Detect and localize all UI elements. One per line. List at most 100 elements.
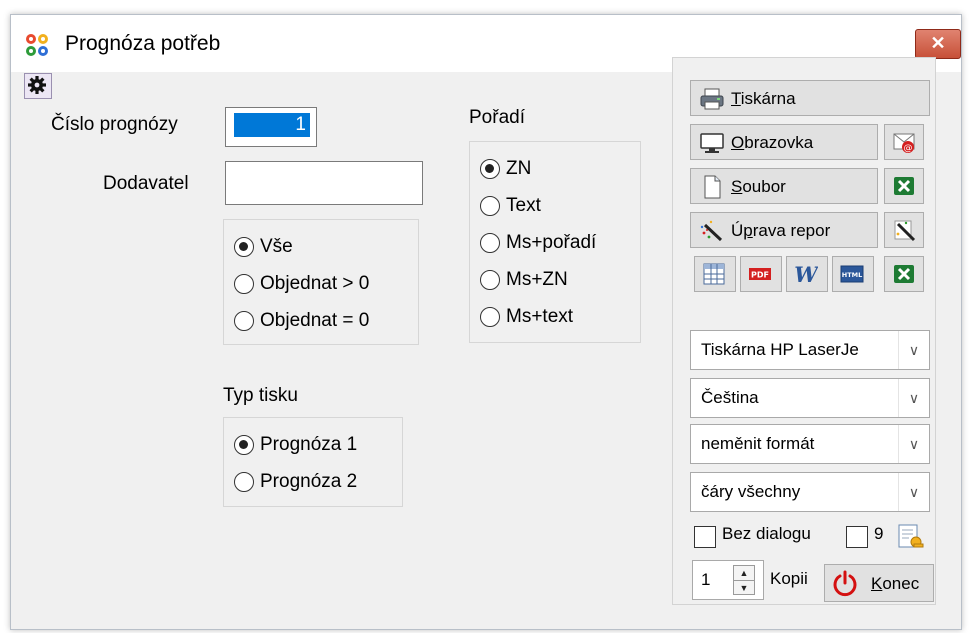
- copies-label: Kopii: [770, 569, 808, 588]
- radio-dot: [480, 233, 500, 253]
- word-icon: W: [794, 262, 818, 286]
- excel-export-button-2[interactable]: [884, 256, 924, 292]
- printer-icon: [700, 88, 724, 110]
- document-icon: [704, 175, 721, 199]
- spin-down-button[interactable]: ▼: [734, 581, 754, 595]
- konec-button[interactable]: Konec: [824, 564, 934, 602]
- settings-key-button[interactable]: [896, 522, 926, 552]
- radio-dot: [234, 274, 254, 294]
- power-icon: [833, 570, 857, 597]
- poradi-group: ZN Text Ms+pořadí Ms+ZN Ms+text: [469, 141, 641, 343]
- soubor-button[interactable]: Soubor: [690, 168, 878, 204]
- poradi-label: Pořadí: [469, 107, 525, 128]
- printer-select[interactable]: Tiskárna HP LaserJe ∨: [690, 330, 930, 370]
- nine-checkbox[interactable]: [846, 526, 868, 548]
- excel-export-button[interactable]: [884, 168, 924, 204]
- window-title: Prognóza potřeb: [65, 32, 221, 55]
- tiskarna-accel: T: [731, 89, 741, 108]
- obrazovka-rest: brazovka: [744, 133, 814, 152]
- radio-label: Prognóza 2: [260, 471, 358, 492]
- chevron-down-icon: ∨: [898, 379, 929, 417]
- pdf-icon: PDF: [749, 268, 771, 280]
- radio-label: Ms+ZN: [506, 269, 568, 290]
- soubor-accel: S: [731, 177, 743, 196]
- pdf-export-button[interactable]: PDF: [740, 256, 782, 292]
- report-designer-button[interactable]: [884, 212, 924, 248]
- radio-label: Vše: [260, 236, 293, 257]
- table-grid-icon: [703, 263, 725, 285]
- obrazovka-button[interactable]: Obrazovka: [690, 124, 878, 160]
- radio-label: Objednat = 0: [260, 310, 370, 331]
- app-icon: [26, 34, 48, 56]
- konec-rest: onec: [882, 574, 920, 593]
- close-icon: ✕: [930, 33, 946, 53]
- word-icon-text: W: [794, 262, 818, 286]
- tiskarna-button[interactable]: Tiskárna: [690, 80, 930, 116]
- nine-label: 9: [874, 524, 884, 543]
- filter-group: Vše Objednat > 0 Objednat = 0: [223, 219, 419, 345]
- radio-dot: [480, 159, 500, 179]
- excel-icon: [894, 177, 914, 195]
- email-icon: @: [893, 133, 915, 154]
- format-select[interactable]: neměnit formát ∨: [690, 424, 930, 464]
- radio-label: Prognóza 1: [260, 434, 358, 455]
- language-select-value: Čeština: [701, 388, 759, 407]
- settings-key-icon: [898, 524, 924, 548]
- radio-label: Ms+pořadí: [506, 232, 597, 253]
- svg-text:@: @: [904, 144, 913, 154]
- language-select[interactable]: Čeština ∨: [690, 378, 930, 418]
- grid-export-button[interactable]: [694, 256, 736, 292]
- cislo-prognozy-value: 1: [234, 113, 310, 137]
- copies-value: 1: [701, 570, 711, 589]
- html-icon-text: HTML: [842, 271, 862, 279]
- radio-dot: [234, 435, 254, 455]
- html-export-button[interactable]: HTML: [832, 256, 874, 292]
- gear-button[interactable]: [24, 73, 52, 99]
- obrazovka-label: Obrazovka: [731, 125, 813, 161]
- radio-dot: [480, 307, 500, 327]
- obrazovka-accel: O: [731, 133, 745, 152]
- radio-dot: [480, 196, 500, 216]
- chevron-down-icon: ∨: [898, 331, 929, 369]
- designer-wand-icon: [894, 220, 916, 242]
- format-select-value: neměnit formát: [701, 434, 815, 453]
- soubor-label: Soubor: [731, 169, 786, 205]
- bez-dialogu-checkbox[interactable]: [694, 526, 716, 548]
- tiskarna-rest: iskárna: [740, 89, 796, 108]
- copies-spinner[interactable]: 1 ▲ ▼: [692, 560, 764, 600]
- spin-up-button[interactable]: ▲: [734, 566, 754, 581]
- lines-select[interactable]: čáry všechny ∨: [690, 472, 930, 512]
- gear-icon: [28, 76, 46, 94]
- cislo-prognozy-input[interactable]: 1: [225, 107, 317, 147]
- uprava-rest: rava repor: [752, 221, 831, 240]
- close-button[interactable]: ✕: [915, 29, 961, 59]
- spinner-buttons: ▲ ▼: [733, 565, 755, 595]
- tiskarna-label: Tiskárna: [731, 81, 796, 117]
- cislo-prognozy-label: Číslo prognózy: [51, 114, 178, 135]
- pdf-icon-text: PDF: [751, 271, 769, 280]
- chevron-down-icon: ∨: [898, 425, 929, 463]
- dodavatel-label: Dodavatel: [103, 173, 189, 194]
- konec-accel: K: [871, 574, 883, 593]
- uprava-first: Ú: [731, 221, 744, 240]
- printer-select-value: Tiskárna HP LaserJe: [701, 340, 859, 359]
- monitor-icon: [700, 133, 724, 153]
- chevron-down-icon: ∨: [898, 473, 929, 511]
- html-icon: HTML: [840, 265, 864, 283]
- dodavatel-input[interactable]: [225, 161, 423, 205]
- uprava-reportu-button[interactable]: Úprava repor: [690, 212, 878, 248]
- radio-dot: [234, 237, 254, 257]
- excel-icon: [894, 265, 914, 283]
- email-button[interactable]: @: [884, 124, 924, 160]
- typ-tisku-label: Typ tisku: [223, 385, 298, 406]
- radio-label: ZN: [506, 158, 532, 179]
- typ-tisku-group: Prognóza 1 Prognóza 2: [223, 417, 403, 507]
- radio-dot: [234, 311, 254, 331]
- radio-dot: [234, 472, 254, 492]
- soubor-rest: oubor: [742, 177, 786, 196]
- uprava-reportu-label: Úprava repor: [731, 213, 830, 249]
- uprava-accel: p: [743, 221, 753, 240]
- radio-dot: [480, 270, 500, 290]
- word-export-button[interactable]: W: [786, 256, 828, 292]
- magic-wand-icon: [700, 220, 723, 242]
